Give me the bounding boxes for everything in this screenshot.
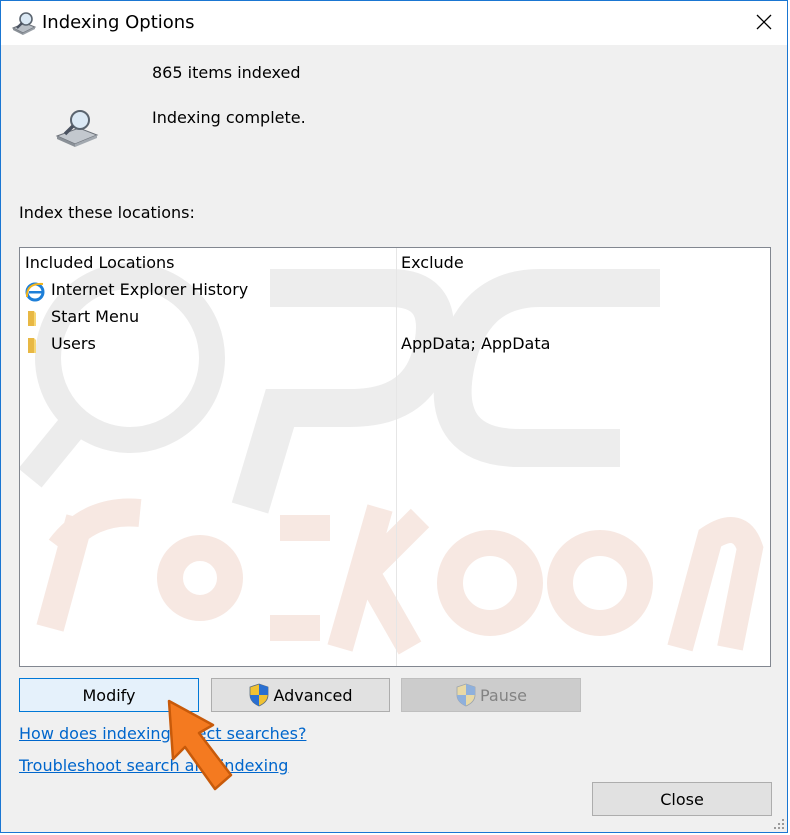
modify-button[interactable]: Modify bbox=[19, 678, 199, 712]
location-name: Start Menu bbox=[51, 307, 140, 326]
location-row-users[interactable]: Users AppData; AppData bbox=[20, 331, 770, 357]
location-row-start-menu[interactable]: Start Menu bbox=[20, 304, 770, 330]
advanced-button[interactable]: Advanced bbox=[211, 678, 390, 712]
internet-explorer-icon bbox=[25, 282, 45, 302]
pause-button-label: Pause bbox=[479, 685, 528, 705]
advanced-button-label: Advanced bbox=[273, 685, 353, 705]
column-header-exclude[interactable]: Exclude bbox=[401, 252, 464, 274]
close-button[interactable]: Close bbox=[592, 782, 772, 816]
indexing-status-message: Indexing complete. bbox=[152, 108, 306, 127]
window-title: Indexing Options bbox=[42, 12, 195, 33]
how-indexing-affects-searches-link[interactable]: How does indexing affect searches? bbox=[19, 723, 306, 745]
index-locations-label: Index these locations: bbox=[19, 203, 195, 222]
pause-button[interactable]: Pause bbox=[401, 678, 581, 712]
dialog-body: 865 items indexed Indexing complete. Ind… bbox=[1, 45, 787, 832]
location-name: Users bbox=[51, 334, 96, 353]
items-indexed-count: 865 items indexed bbox=[152, 63, 301, 82]
folder-icon bbox=[28, 338, 36, 353]
location-row-internet-explorer-history[interactable]: Internet Explorer History bbox=[20, 277, 770, 303]
troubleshoot-search-indexing-link[interactable]: Troubleshoot search and indexing bbox=[19, 755, 288, 777]
uac-shield-icon bbox=[456, 683, 476, 707]
location-exclude: AppData; AppData bbox=[401, 334, 551, 353]
uac-shield-icon bbox=[250, 683, 269, 707]
indexing-options-icon bbox=[11, 12, 37, 35]
indexing-options-window: Indexing Options 865 items indexed Index… bbox=[0, 0, 788, 833]
close-button-label: Close bbox=[660, 789, 704, 809]
title-bar: Indexing Options bbox=[1, 1, 787, 45]
close-icon bbox=[756, 14, 772, 30]
orange-pointer-arrow-icon bbox=[167, 699, 233, 791]
close-window-button[interactable] bbox=[741, 1, 787, 45]
column-header-included-locations[interactable]: Included Locations bbox=[25, 252, 175, 274]
included-locations-list[interactable]: Included Locations Exclude Internet Expl… bbox=[19, 247, 771, 667]
indexing-status-icon bbox=[55, 110, 99, 147]
modify-button-label: Modify bbox=[82, 685, 136, 705]
resize-grip-icon[interactable] bbox=[771, 816, 785, 830]
location-name: Internet Explorer History bbox=[51, 280, 249, 299]
folder-icon bbox=[28, 311, 36, 326]
